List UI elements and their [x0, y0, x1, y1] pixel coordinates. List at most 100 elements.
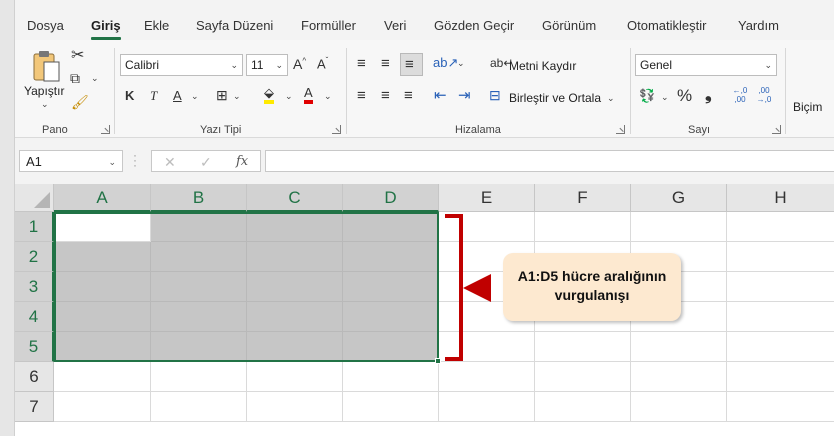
cell-G5[interactable]: [631, 332, 727, 362]
tab-sayfa-duzeni[interactable]: Sayfa Düzeni: [196, 18, 273, 33]
cell-C1[interactable]: [247, 212, 343, 242]
cell-B6[interactable]: [151, 362, 247, 392]
orientation-icon[interactable]: ab↗: [433, 56, 458, 69]
cell-H4[interactable]: [727, 302, 834, 332]
italic-button[interactable]: T: [150, 89, 157, 102]
cancel-icon[interactable]: ✕: [164, 154, 176, 171]
fill-color-dropdown-icon[interactable]: ⌄: [285, 91, 293, 102]
align-bottom-button[interactable]: ≡: [400, 53, 423, 76]
insert-function-button[interactable]: fx: [236, 154, 248, 169]
underline-dropdown-icon[interactable]: ⌄: [191, 91, 199, 102]
merge-dropdown-icon[interactable]: ⌄: [607, 93, 615, 104]
number-format-select[interactable]: Genel ⌄: [635, 54, 777, 76]
cell-F7[interactable]: [535, 392, 631, 422]
wrap-text-button[interactable]: Metni Kaydır: [509, 59, 576, 73]
align-center-icon[interactable]: ≡: [381, 88, 390, 103]
column-header[interactable]: B: [151, 184, 247, 212]
copy-dropdown-icon[interactable]: ⌄: [91, 73, 99, 84]
cell-D5[interactable]: [343, 332, 439, 362]
number-launcher-icon[interactable]: [772, 125, 781, 134]
format-painter-icon[interactable]: 🖌: [71, 95, 89, 109]
accounting-format-icon[interactable]: 💱: [639, 89, 655, 102]
cell-A4[interactable]: [54, 302, 151, 332]
name-box[interactable]: A1 ⌄: [19, 150, 123, 172]
cell-F6[interactable]: [535, 362, 631, 392]
cell-C5[interactable]: [247, 332, 343, 362]
accounting-dropdown-icon[interactable]: ⌄: [661, 92, 669, 103]
cell-H6[interactable]: [727, 362, 834, 392]
orientation-dropdown-icon[interactable]: ⌄: [457, 58, 465, 69]
row-header[interactable]: 2: [15, 242, 54, 272]
decrease-font-size-icon[interactable]: Aˇ: [317, 57, 328, 71]
row-header[interactable]: 1: [15, 212, 54, 242]
cell-E6[interactable]: [439, 362, 535, 392]
cell-B3[interactable]: [151, 272, 247, 302]
enter-icon[interactable]: ✓: [200, 154, 212, 171]
cell-B7[interactable]: [151, 392, 247, 422]
paste-button[interactable]: Yapıştır: [24, 84, 64, 98]
column-header[interactable]: F: [535, 184, 631, 212]
cell-A1[interactable]: [54, 212, 151, 242]
column-header[interactable]: C: [247, 184, 343, 212]
cell-D2[interactable]: [343, 242, 439, 272]
borders-icon[interactable]: ⊞: [216, 88, 228, 102]
copy-icon[interactable]: ⧉: [70, 71, 80, 85]
row-header[interactable]: 6: [15, 362, 54, 392]
font-color-icon[interactable]: A: [304, 86, 313, 104]
decrease-decimal-icon[interactable]: ,00 →,0: [756, 86, 772, 104]
comma-style-button[interactable]: ❟: [705, 86, 712, 103]
cell-A7[interactable]: [54, 392, 151, 422]
column-header[interactable]: A: [54, 184, 151, 212]
cell-D4[interactable]: [343, 302, 439, 332]
drag-handle-icon[interactable]: · · ·: [133, 149, 137, 171]
cell-C3[interactable]: [247, 272, 343, 302]
increase-decimal-icon[interactable]: ←,0,00: [732, 86, 748, 104]
cell-G6[interactable]: [631, 362, 727, 392]
cell-H5[interactable]: [727, 332, 834, 362]
cell-C6[interactable]: [247, 362, 343, 392]
fill-handle[interactable]: [435, 358, 441, 364]
paste-icon[interactable]: [31, 50, 63, 84]
tab-giris[interactable]: Giriş: [91, 18, 121, 40]
alignment-launcher-icon[interactable]: [616, 125, 625, 134]
formula-input[interactable]: [265, 150, 834, 172]
cell-F1[interactable]: [535, 212, 631, 242]
tab-ekle[interactable]: Ekle: [144, 18, 169, 33]
tab-yardim[interactable]: Yardım: [738, 18, 779, 33]
tab-gozden-gecir[interactable]: Gözden Geçir: [434, 18, 514, 33]
bold-button[interactable]: K: [125, 89, 134, 102]
cell-D6[interactable]: [343, 362, 439, 392]
align-middle-icon[interactable]: ≡: [381, 56, 390, 71]
cell-D1[interactable]: [343, 212, 439, 242]
cell-F5[interactable]: [535, 332, 631, 362]
cell-G1[interactable]: [631, 212, 727, 242]
increase-indent-icon[interactable]: ⇥: [458, 88, 471, 103]
cell-H1[interactable]: [727, 212, 834, 242]
cell-H3[interactable]: [727, 272, 834, 302]
clipboard-launcher-icon[interactable]: [101, 125, 110, 134]
column-header[interactable]: D: [343, 184, 439, 212]
increase-font-size-icon[interactable]: A^: [293, 57, 306, 71]
cell-C2[interactable]: [247, 242, 343, 272]
cell-H2[interactable]: [727, 242, 834, 272]
cell-C4[interactable]: [247, 302, 343, 332]
row-header[interactable]: 5: [15, 332, 54, 362]
borders-dropdown-icon[interactable]: ⌄: [233, 91, 241, 102]
tab-formuller[interactable]: Formüller: [301, 18, 356, 33]
row-header[interactable]: 7: [15, 392, 54, 422]
cell-A6[interactable]: [54, 362, 151, 392]
font-size-select[interactable]: 11 ⌄: [246, 54, 288, 76]
column-header[interactable]: G: [631, 184, 727, 212]
fill-color-icon[interactable]: ⬙: [264, 86, 274, 104]
row-header[interactable]: 3: [15, 272, 54, 302]
column-header[interactable]: E: [439, 184, 535, 212]
font-name-select[interactable]: Calibri ⌄: [120, 54, 243, 76]
align-top-icon[interactable]: ≡: [357, 56, 366, 71]
cell-B2[interactable]: [151, 242, 247, 272]
cell-G7[interactable]: [631, 392, 727, 422]
select-all-button[interactable]: [15, 184, 54, 212]
merge-center-button[interactable]: Birleştir ve Ortala: [509, 91, 601, 105]
cell-A5[interactable]: [54, 332, 151, 362]
row-header[interactable]: 4: [15, 302, 54, 332]
cell-H7[interactable]: [727, 392, 834, 422]
